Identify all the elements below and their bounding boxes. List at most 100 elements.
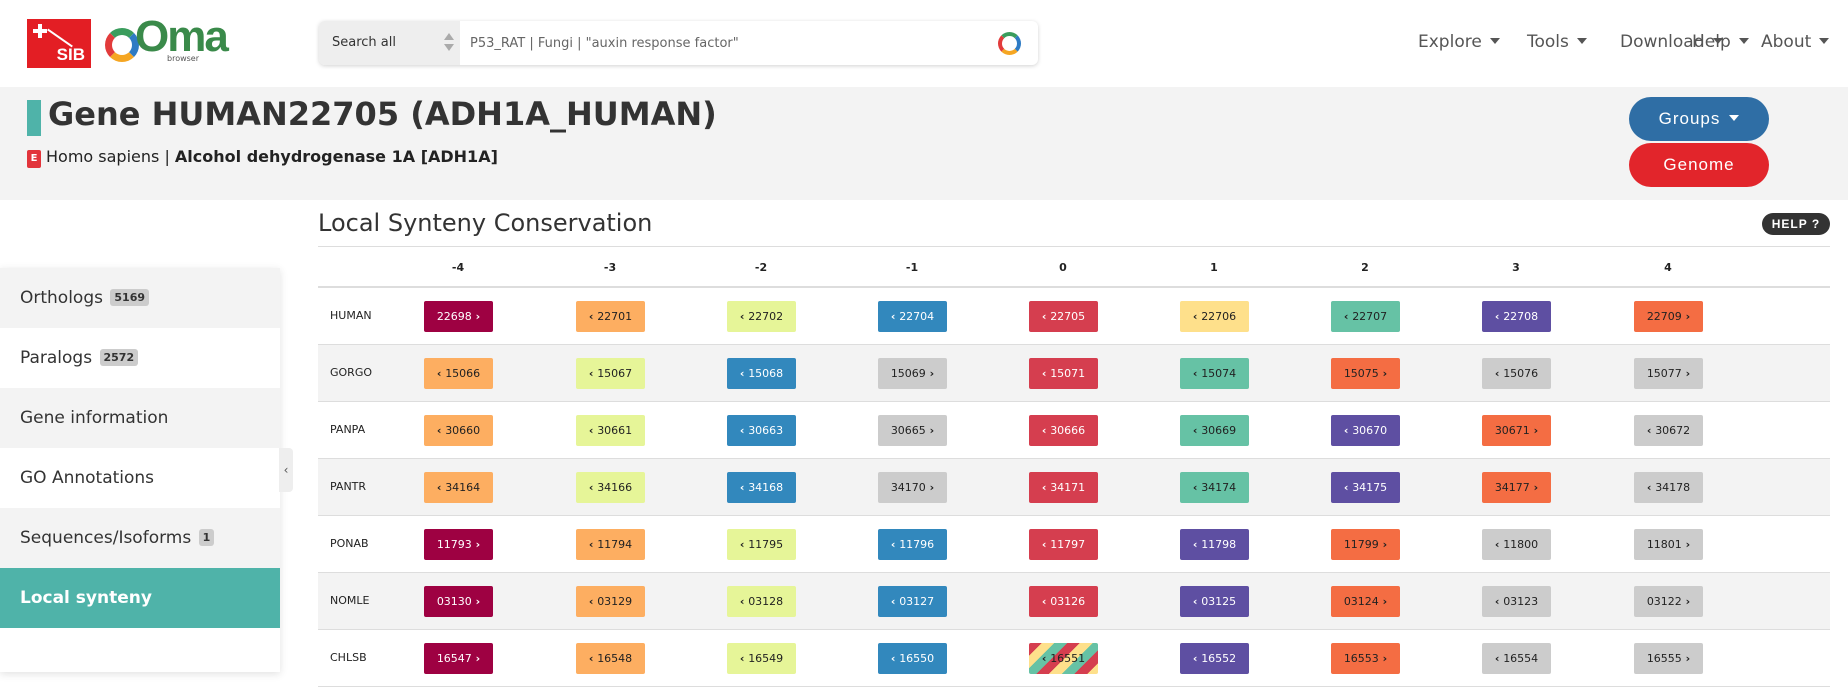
gene-box[interactable]: 16553 › [1331, 643, 1400, 674]
gene-box[interactable]: ‹ 34164 [424, 472, 493, 503]
gene-box[interactable]: ‹ 34175 [1331, 472, 1400, 503]
gene-box[interactable]: ‹ 22702 [727, 301, 796, 332]
search-input[interactable] [460, 21, 980, 65]
groups-button[interactable]: Groups [1629, 97, 1769, 141]
gene-box[interactable]: ‹ 11797 [1029, 529, 1098, 560]
gene-box[interactable]: ‹ 16554 [1482, 643, 1551, 674]
gene-id: 11798 [1201, 538, 1237, 551]
gene-box[interactable]: ‹ 22705 [1029, 301, 1098, 332]
gene-box[interactable]: ‹ 30660 [424, 415, 493, 446]
gene-box[interactable]: ‹ 16552 [1180, 643, 1249, 674]
chevron-left-icon: ‹ [1041, 424, 1051, 437]
gene-box[interactable]: ‹ 30666 [1029, 415, 1098, 446]
gene-box[interactable]: ‹ 03129 [576, 586, 645, 617]
genome-button[interactable]: Genome [1629, 143, 1769, 187]
gene-box[interactable]: ‹ 11796 [878, 529, 947, 560]
gene-id: 22709 [1646, 310, 1682, 323]
gene-box[interactable]: ‹ 30669 [1180, 415, 1249, 446]
gene-box[interactable]: 30671 › [1482, 415, 1551, 446]
chevron-left-icon: ‹ [1343, 424, 1353, 437]
sidebar-item-sequences[interactable]: Sequences/Isoforms 1 [0, 508, 280, 568]
gene-box[interactable]: 15075 › [1331, 358, 1400, 389]
gene-box[interactable]: 03124 › [1331, 586, 1400, 617]
gene-box[interactable]: 15077 › [1634, 358, 1703, 389]
gene-box[interactable]: 11801 › [1634, 529, 1703, 560]
gene-box[interactable]: 03130 › [424, 586, 493, 617]
gene-box[interactable]: ‹ 16551 [1029, 643, 1098, 674]
search-submit-icon[interactable] [998, 32, 1021, 55]
gene-box[interactable]: ‹ 34174 [1180, 472, 1249, 503]
title-accent [27, 100, 41, 136]
sidebar-item-orthologs[interactable]: Orthologs 5169 [0, 268, 280, 328]
gene-box[interactable]: ‹ 34166 [576, 472, 645, 503]
gene-box[interactable]: ‹ 30670 [1331, 415, 1400, 446]
gene-box[interactable]: ‹ 22706 [1180, 301, 1249, 332]
gene-box[interactable]: ‹ 11794 [576, 529, 645, 560]
gene-box[interactable]: 22709 › [1634, 301, 1703, 332]
gene-box[interactable]: ‹ 03128 [727, 586, 796, 617]
gene-box[interactable]: ‹ 15074 [1180, 358, 1249, 389]
gene-box[interactable]: ‹ 30661 [576, 415, 645, 446]
gene-id: 22698 [436, 310, 472, 323]
gene-id: 34174 [1201, 481, 1237, 494]
gene-box[interactable]: ‹ 34171 [1029, 472, 1098, 503]
gene-box[interactable]: ‹ 22707 [1331, 301, 1400, 332]
gene-box[interactable]: 30665 › [878, 415, 947, 446]
chevron-left-icon: ‹ [739, 367, 749, 380]
gene-box[interactable]: ‹ 22704 [878, 301, 947, 332]
nav-explore[interactable]: Explore [1418, 32, 1500, 52]
gene-box[interactable]: ‹ 03126 [1029, 586, 1098, 617]
sidebar-item-local-synteny[interactable]: Local synteny [0, 568, 280, 628]
gene-box[interactable]: 15069 › [878, 358, 947, 389]
nav-about[interactable]: About [1761, 32, 1830, 52]
gene-box[interactable]: ‹ 30672 [1634, 415, 1703, 446]
gene-box[interactable]: ‹ 15071 [1029, 358, 1098, 389]
sidebar-item-go-annotations[interactable]: GO Annotations [0, 448, 280, 508]
gene-box[interactable]: ‹ 16548 [576, 643, 645, 674]
gene-box[interactable]: ‹ 22708 [1482, 301, 1551, 332]
gene-box[interactable]: ‹ 15067 [576, 358, 645, 389]
gene-box[interactable]: 34170 › [878, 472, 947, 503]
gene-box[interactable]: ‹ 34178 [1634, 472, 1703, 503]
gene-box[interactable]: ‹ 03125 [1180, 586, 1249, 617]
sidebar-collapse-toggle[interactable]: ‹ [279, 448, 293, 492]
nav-help[interactable]: Help [1692, 32, 1749, 52]
chevron-left-icon: ‹ [1494, 652, 1504, 665]
gene-box[interactable]: 11799 › [1331, 529, 1400, 560]
gene-box[interactable]: 16547 › [424, 643, 493, 674]
nav-tools[interactable]: Tools [1527, 32, 1587, 52]
gene-box[interactable]: ‹ 15066 [424, 358, 493, 389]
gene-box[interactable]: ‹ 22701 [576, 301, 645, 332]
gene-box[interactable]: ‹ 15068 [727, 358, 796, 389]
chevron-left-icon: ‹ [1343, 481, 1353, 494]
sidebar-item-paralogs[interactable]: Paralogs 2572 [0, 328, 280, 388]
gene-box[interactable]: ‹ 11800 [1482, 529, 1551, 560]
gene-box[interactable]: 34177 › [1482, 472, 1551, 503]
gene-box[interactable]: ‹ 11798 [1180, 529, 1249, 560]
oma-logo[interactable]: Oma browser [105, 12, 229, 66]
gene-box[interactable]: ‹ 11795 [727, 529, 796, 560]
gene-box[interactable]: ‹ 30663 [727, 415, 796, 446]
gene-box[interactable]: 11793 › [424, 529, 493, 560]
species-name[interactable]: Homo sapiens [46, 147, 159, 166]
sidebar-item-gene-information[interactable]: Gene information [0, 388, 280, 448]
gene-box[interactable]: 16555 › [1634, 643, 1703, 674]
gene-box[interactable]: ‹ 15076 [1482, 358, 1551, 389]
gene-id: 30661 [597, 424, 633, 437]
chevron-left-icon: ‹ [890, 595, 900, 608]
gene-box[interactable]: 03122 › [1634, 586, 1703, 617]
gene-box[interactable]: 22698 › [424, 301, 493, 332]
chevron-right-icon: › [471, 538, 481, 551]
gene-box[interactable]: ‹ 03127 [878, 586, 947, 617]
gene-box[interactable]: ‹ 16550 [878, 643, 947, 674]
help-button[interactable]: HELP ? [1762, 213, 1830, 235]
gene-box[interactable]: ‹ 03123 [1482, 586, 1551, 617]
gene-id: 30672 [1655, 424, 1691, 437]
sib-logo[interactable]: SIB [27, 19, 91, 68]
chevron-left-icon: ‹ [1494, 310, 1504, 323]
gene-box[interactable]: ‹ 16549 [727, 643, 796, 674]
gene-id: 11800 [1503, 538, 1539, 551]
gene-box[interactable]: ‹ 34168 [727, 472, 796, 503]
search-scope-select[interactable]: Search all [319, 21, 460, 65]
chevron-right-icon: › [1681, 652, 1691, 665]
